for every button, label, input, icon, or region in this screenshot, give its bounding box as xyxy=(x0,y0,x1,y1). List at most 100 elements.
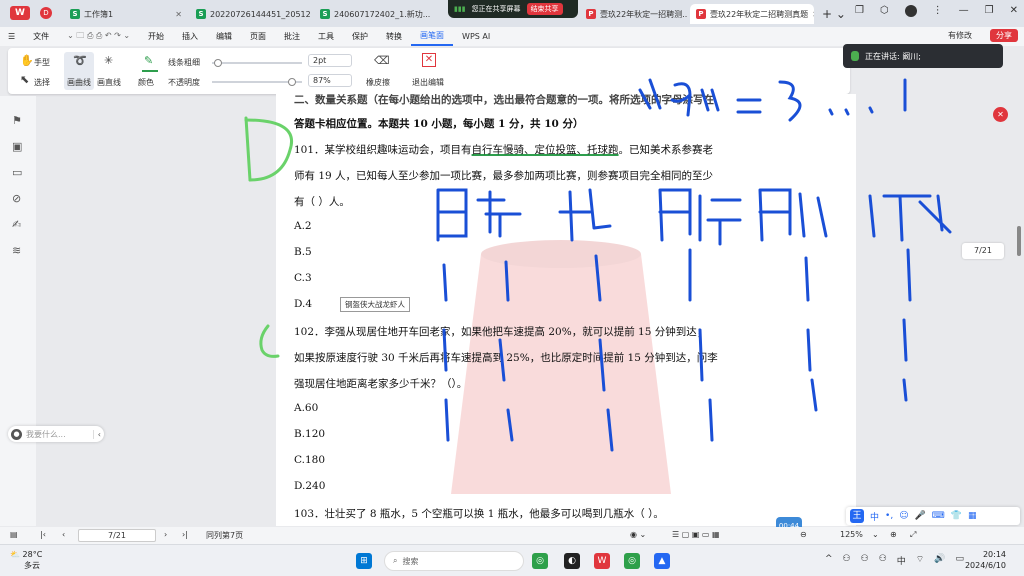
tray-app-2-icon[interactable]: ⚇ xyxy=(861,554,869,567)
menu-file[interactable]: 文件 xyxy=(24,31,58,42)
opacity-select[interactable]: 87% xyxy=(308,74,352,87)
maximize-icon[interactable]: ❐ xyxy=(985,5,994,17)
tab-workbook1[interactable]: S 工作簿1 ✕ xyxy=(64,4,188,24)
ime-toolbar[interactable]: 王 中 •, ☺ 🎤 ⌨ 👕 ▦ xyxy=(846,507,1020,525)
menu-convert[interactable]: 转换 xyxy=(377,31,411,42)
select-tool-label[interactable]: 选择 xyxy=(34,77,50,88)
ime-voice-icon[interactable]: 🎤 xyxy=(915,511,926,521)
draw-line-label[interactable]: 画直线 xyxy=(97,77,121,88)
battery-icon[interactable]: ▭ xyxy=(955,554,964,567)
promo-icon[interactable]: ✕ xyxy=(993,107,1008,122)
tray-app-icon[interactable]: ⚇ xyxy=(843,554,851,567)
weather-widget[interactable]: ⛅ 28°C 多云 xyxy=(10,549,42,571)
ime-skin-icon[interactable]: 👕 xyxy=(951,511,962,521)
layers-icon[interactable]: ≋ xyxy=(12,244,21,257)
chevron-up-icon[interactable]: ^ xyxy=(825,554,833,567)
next-page-icon[interactable]: › xyxy=(164,530,167,539)
restore-window-icon[interactable]: ❐ xyxy=(855,5,864,17)
menu-comment[interactable]: 批注 xyxy=(275,31,309,42)
zoom-level[interactable]: 125% xyxy=(840,530,863,539)
menu-page[interactable]: 页面 xyxy=(241,31,275,42)
signature-icon[interactable]: ✍ xyxy=(12,218,21,231)
docer-icon[interactable]: D xyxy=(40,7,52,19)
end-share-button[interactable]: 结束共享 xyxy=(526,3,563,15)
page-number-input[interactable]: 7/21 xyxy=(78,529,156,542)
start-icon[interactable]: ⊞ xyxy=(356,553,372,569)
zoom-in-icon[interactable]: ⊕ xyxy=(890,530,897,539)
ai-search-pill[interactable]: ● 我要什么... ‹ xyxy=(8,426,104,442)
ime-menu-icon[interactable]: ▦ xyxy=(968,511,977,521)
more-icon[interactable]: ⋮ xyxy=(933,5,943,17)
menu-edit[interactable]: 编辑 xyxy=(207,31,241,42)
wifi-icon[interactable]: ⌔ xyxy=(916,554,924,567)
volume-icon[interactable]: 🔊 xyxy=(934,554,945,567)
zoom-out-icon[interactable]: ⊖ xyxy=(800,530,807,539)
zoom-dropdown-icon[interactable]: ⌄ xyxy=(872,530,879,539)
wps-logo-icon[interactable]: W xyxy=(10,6,30,20)
wps-taskbar-icon[interactable]: W xyxy=(594,553,610,569)
ime-keyboard-icon[interactable]: ⌨ xyxy=(932,511,945,521)
close-icon[interactable]: ✕ xyxy=(175,10,182,19)
ime-emoji-icon[interactable]: ☺ xyxy=(899,511,908,521)
select-icon[interactable]: ⬉ xyxy=(20,73,29,86)
menu-protect[interactable]: 保护 xyxy=(343,31,377,42)
app-icon[interactable]: ▲ xyxy=(654,553,670,569)
slider-knob[interactable] xyxy=(288,78,296,86)
tab-file-3[interactable]: S 240607172402_1.新功... xyxy=(314,4,444,24)
menu-tools[interactable]: 工具 xyxy=(309,31,343,42)
menu-insert[interactable]: 插入 xyxy=(173,31,207,42)
tray-app-3-icon[interactable]: ⚇ xyxy=(879,554,887,567)
prev-page-icon[interactable]: ‹ xyxy=(62,530,65,539)
wechat-2-icon[interactable]: ◎ xyxy=(624,553,640,569)
slider-knob[interactable] xyxy=(214,59,222,67)
hand-tool-label[interactable]: 手型 xyxy=(34,57,50,68)
tab-file-2[interactable]: S 20220726144451_20512 xyxy=(190,4,312,24)
line-pen-icon[interactable]: ✳ xyxy=(104,54,113,67)
view-mode-icons[interactable]: ☰ ▢ ▣ ▭ ▦ xyxy=(672,530,720,539)
toolbar-quick-icons[interactable]: ⌄ 🗀 ⎙ ⎙ ↶ ↷ ⌄ xyxy=(58,30,139,44)
bookmark-icon[interactable]: ⚑ xyxy=(12,114,22,127)
qq-icon[interactable]: ◐ xyxy=(564,553,580,569)
first-page-icon[interactable]: |‹ xyxy=(40,530,46,539)
document-page[interactable]: 二、数量关系题（在每小题给出的选项中，选出最符合题意的一项。将所选项的字母涂写在… xyxy=(276,94,856,526)
pen-color-icon[interactable]: ✎ xyxy=(144,54,153,67)
tab-file-4[interactable]: P 壹玖22年秋定一招聘测... xyxy=(580,4,688,24)
eraser-icon[interactable]: ⌫ xyxy=(374,54,390,67)
thickness-slider[interactable] xyxy=(212,59,302,67)
thumbnail-icon[interactable]: ▣ xyxy=(12,140,22,153)
eye-icon[interactable]: ◉ ⌄ xyxy=(630,530,646,539)
color-label[interactable]: 颜色 xyxy=(138,77,154,88)
hamburger-icon[interactable]: ☰ xyxy=(0,32,24,41)
draw-curve-button[interactable]: ➰ 画曲线 xyxy=(64,52,94,90)
minimize-icon[interactable]: — xyxy=(959,5,969,17)
vertical-scrollbar[interactable] xyxy=(1016,96,1022,526)
new-tab-icon[interactable]: + ⌄ xyxy=(822,7,846,21)
exit-edit-label[interactable]: 退出编辑 xyxy=(412,77,444,88)
thickness-select[interactable]: 2pt xyxy=(308,54,352,67)
taskbar-search[interactable]: ⌕ 搜索 xyxy=(384,551,524,571)
ime-lang-icon[interactable]: 中 xyxy=(897,554,906,567)
fit-icon[interactable]: ⤢ xyxy=(910,530,916,540)
attachment-icon[interactable]: ⊘ xyxy=(12,192,21,205)
opacity-slider[interactable] xyxy=(212,78,302,86)
wechat-icon[interactable]: ◎ xyxy=(532,553,548,569)
scrollbar-thumb[interactable] xyxy=(1017,226,1021,256)
tab-file-5-active[interactable]: P 壹玖22年秋定二招聘测真题 ✕ xyxy=(690,4,814,24)
comment-icon[interactable]: ▭ xyxy=(12,166,22,179)
sidebar-toggle-icon[interactable]: ▤ xyxy=(10,530,18,539)
modified-indicator[interactable]: 有修改 xyxy=(948,30,972,41)
menu-start[interactable]: 开始 xyxy=(139,31,173,42)
ime-mode[interactable]: 中 xyxy=(870,510,879,523)
eraser-label[interactable]: 橡皮擦 xyxy=(366,77,390,88)
menu-draw[interactable]: 画笔面 xyxy=(411,27,454,46)
avatar[interactable] xyxy=(904,5,917,17)
last-page-icon[interactable]: ›| xyxy=(182,530,188,539)
close-window-icon[interactable]: ✕ xyxy=(1010,5,1018,17)
skin-icon[interactable]: ⬡ xyxy=(880,5,889,17)
close-icon[interactable]: ✕ xyxy=(812,10,814,19)
clock[interactable]: 20:14 2024/6/10 xyxy=(965,549,1006,571)
ime-punct-icon[interactable]: •, xyxy=(885,511,893,521)
exit-edit-icon[interactable]: ✕ xyxy=(422,53,436,67)
menu-wps-ai[interactable]: WPS AI xyxy=(453,32,499,41)
collapse-icon[interactable]: ‹ xyxy=(92,429,101,439)
